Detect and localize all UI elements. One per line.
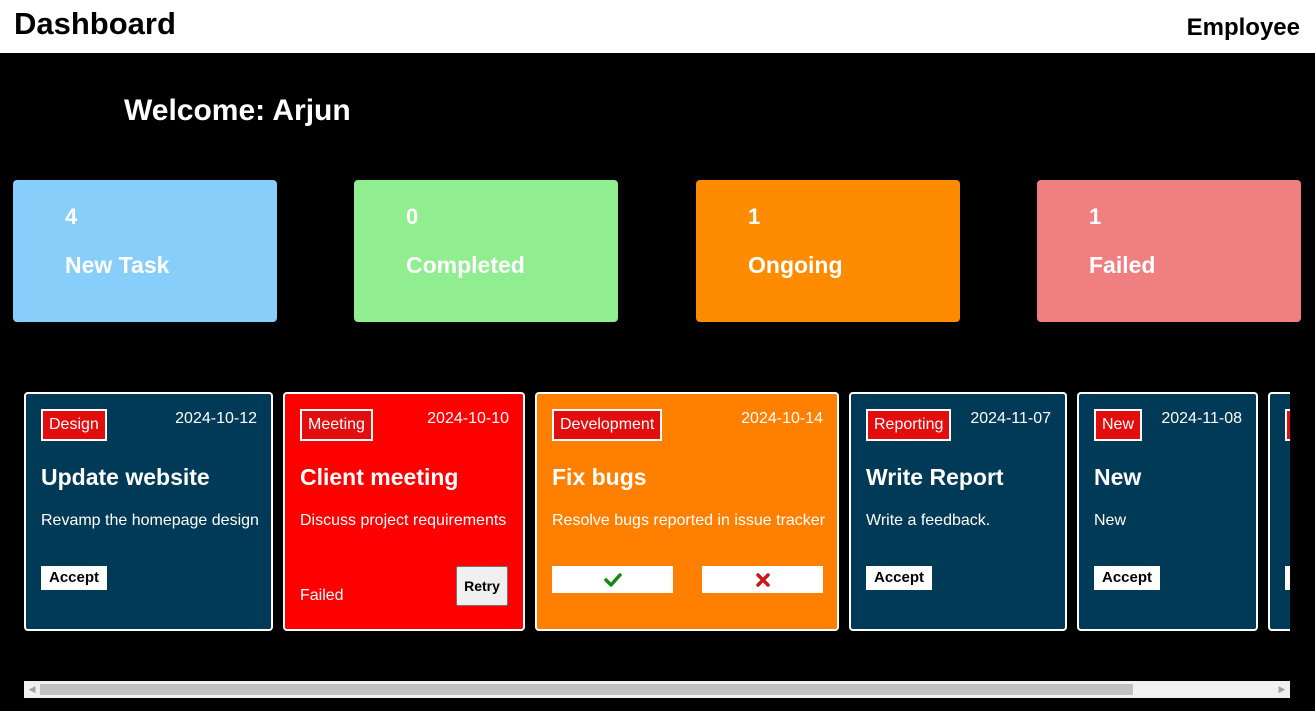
task-card-new: Design 2024-10-12 Update website Revamp … bbox=[24, 392, 273, 631]
stat-completed: 0 Completed bbox=[354, 180, 618, 322]
task-description: New bbox=[1094, 512, 1127, 529]
task-date: 2024-11-08 bbox=[1161, 410, 1242, 427]
scrollbar-thumb[interactable] bbox=[40, 684, 1133, 695]
accept-button[interactable]: Accept bbox=[1094, 566, 1161, 590]
task-card-partial bbox=[1268, 392, 1290, 631]
task-date: 2024-11-07 bbox=[970, 410, 1051, 427]
accept-button[interactable]: Accept bbox=[866, 566, 933, 590]
task-title: Write Report bbox=[866, 464, 1004, 490]
scroll-left-icon[interactable]: ◀ bbox=[24, 681, 40, 698]
task-description: Revamp the homepage design bbox=[41, 512, 259, 529]
task-title: Update website bbox=[41, 464, 210, 490]
task-description: Discuss project requirements bbox=[300, 512, 507, 529]
task-card-new: New 2024-11-08 New New Accept bbox=[1077, 392, 1258, 631]
task-list[interactable]: Design 2024-10-12 Update website Revamp … bbox=[24, 392, 1290, 632]
task-category-badge: Development bbox=[552, 409, 663, 441]
scroll-right-icon[interactable]: ▶ bbox=[1274, 681, 1290, 698]
horizontal-scrollbar[interactable]: ◀ ▶ bbox=[24, 681, 1290, 698]
check-icon bbox=[603, 572, 622, 587]
stat-label: Completed bbox=[406, 252, 525, 278]
retry-button[interactable]: Retry bbox=[456, 566, 508, 606]
task-category-badge: Meeting bbox=[300, 409, 373, 441]
task-card-failed: Meeting 2024-10-10 Client meeting Discus… bbox=[283, 392, 525, 631]
stat-count: 4 bbox=[65, 204, 78, 229]
accept-button[interactable] bbox=[1285, 566, 1290, 590]
welcome-message: Welcome: Arjun bbox=[124, 94, 351, 127]
task-title: Client meeting bbox=[300, 464, 459, 490]
task-card-ongoing: Development 2024-10-14 Fix bugs Resolve … bbox=[535, 392, 839, 631]
task-title: New bbox=[1094, 464, 1142, 490]
task-description: Resolve bugs reported in issue tracker bbox=[552, 512, 826, 529]
stat-ongoing: 1 Ongoing bbox=[696, 180, 960, 322]
task-category-badge: Design bbox=[41, 409, 107, 441]
task-date: 2024-10-12 bbox=[175, 410, 257, 427]
user-role: Employee bbox=[1186, 14, 1300, 41]
stat-failed: 1 Failed bbox=[1037, 180, 1301, 322]
cross-icon bbox=[755, 572, 770, 587]
task-status: Failed bbox=[300, 587, 344, 604]
mark-complete-button[interactable] bbox=[552, 566, 673, 593]
task-description: Write a feedback. bbox=[866, 512, 991, 529]
task-category-badge: New bbox=[1094, 409, 1143, 441]
stat-count: 1 bbox=[748, 204, 761, 229]
stat-new-task: 4 New Task bbox=[13, 180, 277, 322]
task-card-new: Reporting 2024-11-07 Write Report Write … bbox=[849, 392, 1067, 631]
mark-failed-button[interactable] bbox=[702, 566, 823, 593]
task-title: Fix bugs bbox=[552, 464, 647, 490]
top-bar: Dashboard Employee bbox=[0, 0, 1315, 53]
stat-label: New Task bbox=[65, 252, 170, 278]
page-title: Dashboard bbox=[14, 6, 176, 41]
stat-count: 1 bbox=[1089, 204, 1102, 229]
stat-label: Ongoing bbox=[748, 252, 843, 278]
stat-label: Failed bbox=[1089, 252, 1156, 278]
task-date: 2024-10-14 bbox=[741, 410, 823, 427]
task-category-badge bbox=[1285, 409, 1290, 441]
accept-button[interactable]: Accept bbox=[41, 566, 108, 590]
task-date: 2024-10-10 bbox=[427, 410, 509, 427]
task-category-badge: Reporting bbox=[866, 409, 952, 441]
stat-count: 0 bbox=[406, 204, 419, 229]
